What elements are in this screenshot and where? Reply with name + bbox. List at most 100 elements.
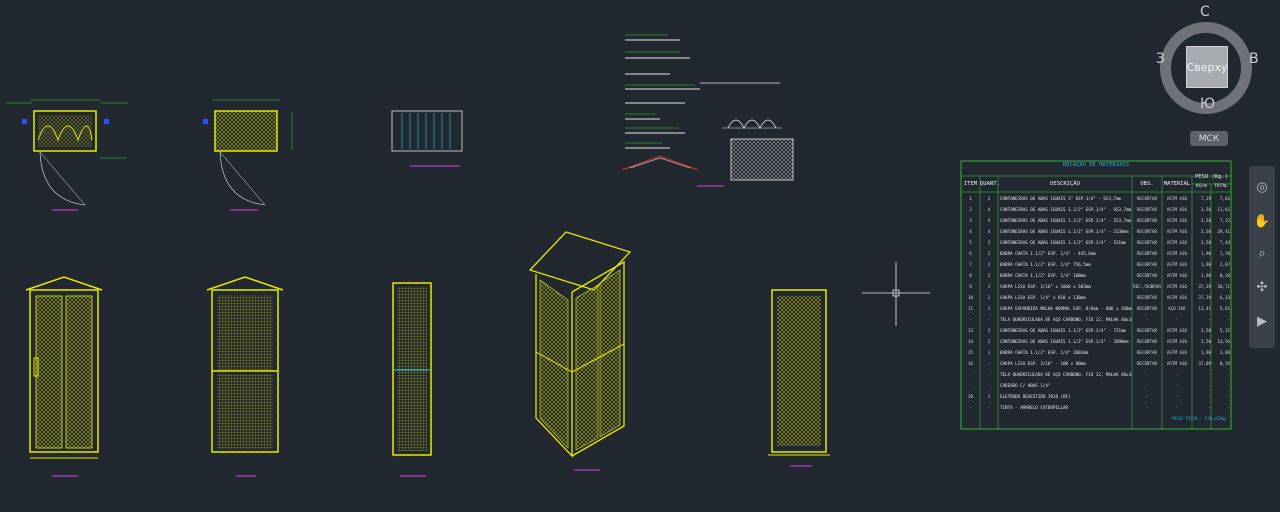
compass-east[interactable]: В: [1249, 51, 1259, 67]
table-cell: CANTONEIRAS DE ABAS IGUAIS 1.1/2" ESP.1/…: [1000, 328, 1127, 333]
table-cell: 3,50: [1200, 218, 1211, 223]
table-cell: 1: [969, 196, 972, 201]
viewcube-top-face[interactable]: Сверху: [1186, 46, 1228, 88]
table-cell: 6: [969, 251, 972, 256]
table-cell: 2,87: [1219, 262, 1230, 267]
table-cell: -: [987, 405, 991, 410]
table-cell: RECORTAR: [1136, 361, 1158, 366]
table-cell: 7,29: [1200, 196, 1211, 201]
bom-table-footer: PESO TOTAL: 138,63Kg: [1171, 417, 1226, 422]
table-cell: ELETRODO REVESTIDO 7018 (BF): [1000, 394, 1071, 399]
table-cell: -: [969, 383, 972, 388]
navigation-bar: ◎ ✋ ⌕ ✣ ▶: [1249, 166, 1275, 348]
table-row: - - CADEADO C/ ABAS 1/4" - - - -: [961, 382, 1231, 390]
col-kgm: KG/m: [1196, 184, 1207, 189]
table-cell: 11: [967, 306, 974, 311]
table-cell: RECORTAR: [1136, 306, 1158, 311]
compass-south[interactable]: Ю: [1200, 96, 1215, 112]
table-cell: 2: [987, 273, 991, 278]
table-row: 16 - CHAPA LISA ESP. 3/16" - 100 x 80mm REC…: [961, 360, 1231, 368]
table-cell: CANTONEIRAS DE ABAS IGUAIS 1.1/2" ESP.1/…: [1000, 207, 1132, 212]
table-cell: 37,39: [1198, 284, 1211, 289]
table-cell: 29,41: [1217, 229, 1230, 234]
table-cell: 2: [987, 262, 991, 267]
table-cell: 3,50: [1200, 328, 1211, 333]
table-row: - - TINTA - AMARELO CATERPILLAR - - - -: [961, 404, 1231, 412]
table-cell: -: [1175, 383, 1179, 388]
table-row: 10 2 CHAPA LISA ESP. 1/4" x 818 x 130mm REC…: [961, 294, 1231, 302]
table-cell: -: [1145, 372, 1149, 377]
table-cell: 9: [969, 284, 972, 289]
table-cell: RECORTAR: [1136, 251, 1158, 256]
table-cell: 16: [967, 361, 974, 366]
table-cell: ASTM A36: [1166, 350, 1188, 355]
table-cell: -: [969, 372, 972, 377]
table-cell: -: [1208, 317, 1211, 322]
table-cell: 0,19: [1219, 361, 1230, 366]
table-cell: CADEADO C/ ABAS 1/4": [1000, 383, 1051, 388]
wcs-menu-button[interactable]: МСК: [1190, 131, 1228, 146]
table-cell: 4: [969, 229, 972, 234]
table-cell: -: [1227, 383, 1230, 388]
table-cell: 4: [987, 207, 991, 212]
table-cell: CHAPA LISA ESP. 1/4" x 818 x 130mm: [1000, 295, 1086, 300]
table-cell: ASTM A36: [1166, 361, 1188, 366]
table-cell: -: [1227, 394, 1230, 399]
pan-icon[interactable]: ✋: [1253, 212, 1271, 230]
table-cell: -: [1145, 383, 1149, 388]
table-row: 9 1 CHAPA LISA ESP. 3/16" x 1060 x 503mm RE…: [961, 283, 1231, 291]
table-cell: CANTONEIRAS DE ABAS IGUAIS 1.1/2" ESP.1/…: [1000, 240, 1127, 245]
table-cell: 2: [987, 295, 991, 300]
table-cell: CANTONEIRAS DE ABAS IGUAIS 1.1/2" ESP.1/…: [1000, 229, 1129, 234]
table-cell: 4: [987, 229, 991, 234]
table-cell: 3,50: [1200, 229, 1211, 234]
table-cell: -: [1208, 383, 1211, 388]
table-cell: RECORTAR: [1136, 196, 1158, 201]
table-cell: 37,39: [1198, 295, 1211, 300]
table-cell: ASTM A36: [1166, 207, 1188, 212]
table-cell: 14: [967, 339, 974, 344]
table-row: 7 2 BARRA CHATA 1.1/2" ESP. 1/4" 756,5mm RE…: [961, 261, 1231, 269]
table-cell: 2: [987, 240, 991, 245]
table-cell: 3,50: [1200, 207, 1211, 212]
table-cell: 6,33: [1219, 295, 1230, 300]
table-cell: -: [1208, 405, 1211, 410]
table-cell: REC./DOBRAR: [1133, 284, 1161, 289]
table-cell: RECORTAR: [1136, 295, 1158, 300]
table-cell: CHAPA LISA ESP. 3/16" x 1060 x 503mm: [1000, 284, 1091, 289]
steering-wheel-icon[interactable]: ◎: [1253, 178, 1271, 196]
table-cell: 2: [987, 339, 991, 344]
table-cell: 3,80: [1219, 350, 1230, 355]
zoom-icon[interactable]: ⌕: [1253, 244, 1271, 262]
table-cell: RECORTAR: [1136, 273, 1158, 278]
detail-strips: [621, 34, 794, 187]
table-cell: -: [1208, 372, 1211, 377]
table-cell: CANTONEIRAS DE ABAS IGUAIS 1.1/2" ESP.1/…: [1000, 218, 1132, 223]
table-cell: 1: [987, 284, 991, 289]
table-cell: AÇO SAE: [1168, 306, 1186, 311]
table-cell: -: [1175, 405, 1179, 410]
table-cell: 3,50: [1200, 339, 1211, 344]
table-cell: ASTM A36: [1166, 295, 1188, 300]
table-cell: 3,50: [1200, 240, 1211, 245]
orbit-icon[interactable]: ✣: [1253, 278, 1271, 296]
viewcube[interactable]: Сверху С Ю З В: [1156, 4, 1259, 118]
table-cell: 7,61: [1219, 196, 1230, 201]
table-cell: BARRA CHATA 1.1/2" ESP. 1/4" 2003mm: [1000, 350, 1089, 355]
bom-table: RELAÇÃO DE MATERIAIS ITEM QUANT. DESCRIÇ…: [961, 161, 1231, 429]
compass-west[interactable]: З: [1156, 51, 1165, 67]
showmotion-icon[interactable]: ▶: [1253, 312, 1271, 330]
compass-north[interactable]: С: [1200, 4, 1210, 20]
table-cell: BARRA CHATA 1.1/2" ESP. 1/4" 100mm: [1000, 273, 1086, 278]
plan-view-1: [6, 99, 128, 211]
table-row: - - TELA QUADRICULADA DE AÇO CARBONO, FIO …: [961, 316, 1231, 324]
table-cell: -: [1145, 317, 1149, 322]
table-cell: 4: [987, 218, 991, 223]
table-cell: -: [987, 361, 991, 366]
table-cell: ASTM A36: [1166, 251, 1188, 256]
table-cell: 11,61: [1217, 207, 1230, 212]
table-cell: 5,15: [1219, 328, 1230, 333]
table-cell: -: [987, 383, 991, 388]
table-cell: -: [1145, 394, 1149, 399]
table-cell: 2: [987, 251, 991, 256]
